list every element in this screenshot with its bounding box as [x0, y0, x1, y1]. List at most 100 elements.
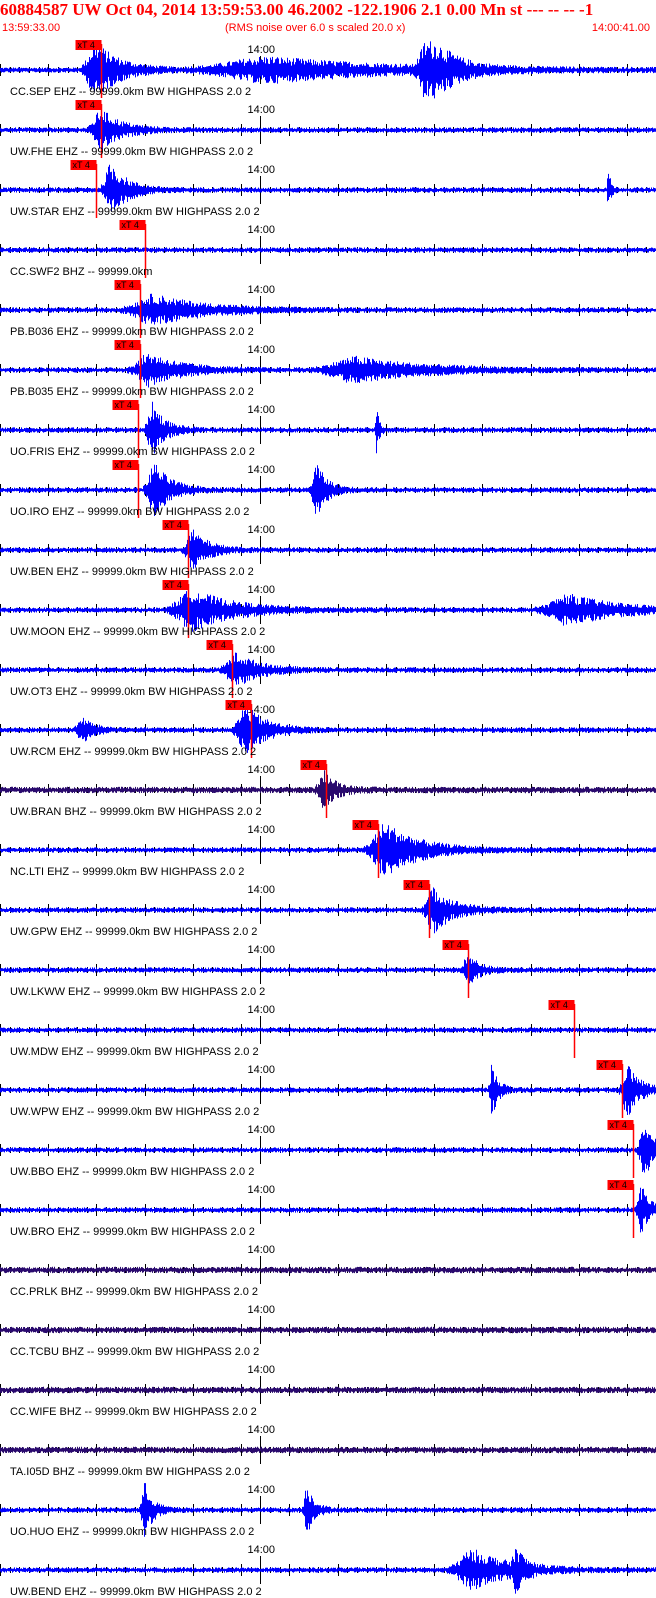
- pick-label: xT 4: [165, 580, 182, 590]
- trace-row: 14:00 TA.I05D BHZ -- 99999.0km BW HIGHPAS…: [0, 1424, 656, 1478]
- trace-label: UW.LKWW EHZ -- 99999.0km BW HIGHPASS 2.0…: [10, 986, 265, 998]
- trace-label: UW.BBO EHZ -- 99999.0km BW HIGHPASS 2.0 …: [10, 1166, 254, 1178]
- pick-label: xT 4: [117, 340, 134, 350]
- event-title: 60884587 UW Oct 04, 2014 13:59:53.00 46.…: [0, 0, 594, 19]
- waveform: [0, 770, 656, 808]
- trace-label: UW.BEND EHZ -- 99999.0km BW HIGHPASS 2.0…: [10, 1586, 262, 1598]
- trace-row: 14:00 xT 4 UW.GPW EHZ -- 99999.0km BW HIGH…: [0, 880, 656, 938]
- trace-row: 14:00 xT 4 UO.FRIS EHZ -- 99999.0km BW HIG…: [0, 400, 656, 458]
- minute-tick-label: 14:00: [248, 344, 276, 356]
- pick-label: xT 4: [228, 700, 245, 710]
- trace-label: UO.FRIS EHZ -- 99999.0km BW HIGHPASS 2.0…: [10, 446, 255, 458]
- trace-label: CC.WIFE BHZ -- 99999.0km BW HIGHPASS 2.0…: [10, 1406, 257, 1418]
- waveform: [0, 111, 656, 150]
- pick-label: xT 4: [610, 1120, 627, 1130]
- trace-row: 14:00 xT 4 UW.MDW EHZ -- 99999.0km BW HIGH…: [0, 1000, 656, 1058]
- minute-tick-label: 14:00: [248, 644, 276, 656]
- trace-label: UW.GPW EHZ -- 99999.0km BW HIGHPASS 2.0 …: [10, 926, 257, 938]
- minute-tick-label: 14:00: [248, 1184, 276, 1196]
- trace-row: 14:00 CC.WIFE BHZ -- 99999.0km BW HIGHPAS…: [0, 1364, 656, 1418]
- trace-row: 14:00 xT 4 UW.FHE EHZ -- 99999.0km BW HIGH…: [0, 100, 656, 158]
- trace-row: 14:00 xT 4 UW.STAR EHZ -- 99999.0km BW HIG…: [0, 160, 656, 218]
- pick-label: xT 4: [73, 160, 90, 170]
- trace-label: NC.LTI EHZ -- 99999.0km BW HIGHPASS 2.0 …: [10, 866, 244, 878]
- trace-row: 14:00 xT 4 UW.BRO EHZ -- 99999.0km BW HIGH…: [0, 1180, 656, 1238]
- trace-row: 14:00 UO.HUO EHZ -- 99999.0km BW HIGHPASS…: [0, 1483, 656, 1538]
- minute-tick-label: 14:00: [248, 1424, 276, 1436]
- trace-row: 14:00 CC.TCBU BHZ -- 99999.0km BW HIGHPAS…: [0, 1304, 656, 1358]
- minute-tick-label: 14:00: [248, 764, 276, 776]
- pick-label: xT 4: [115, 460, 132, 470]
- trace-row: 14:00 xT 4 UO.IRO EHZ -- 99999.0km BW HIGH…: [0, 460, 656, 518]
- trace-label: CC.SWF2 BHZ -- 99999.0km: [10, 266, 152, 278]
- waveform: [0, 293, 656, 325]
- trace-label: UW.FHE EHZ -- 99999.0km BW HIGHPASS 2.0 …: [10, 146, 253, 158]
- waveform: [0, 954, 656, 985]
- waveform: [0, 1386, 656, 1394]
- minute-tick-label: 14:00: [248, 1364, 276, 1376]
- pick-label: xT 4: [165, 520, 182, 530]
- trace-label: UW.STAR EHZ -- 99999.0km BW HIGHPASS 2.0…: [10, 206, 260, 218]
- minute-tick-label: 14:00: [248, 1004, 276, 1016]
- seismogram-plot: 14:00 xT 4 CC.SEP EHZ -- 99999.0km BW HIGH…: [0, 40, 656, 1598]
- trace-label: UO.IRO EHZ -- 99999.0km BW HIGHPASS 2.0 …: [10, 506, 249, 518]
- pick-label: xT 4: [610, 1180, 627, 1190]
- minute-tick-label: 14:00: [248, 944, 276, 956]
- trace-label: UW.WPW EHZ -- 99999.0km BW HIGHPASS 2.0 …: [10, 1106, 259, 1118]
- trace-label: PB.B035 EHZ -- 99999.0km BW HIGHPASS 2.0…: [10, 386, 254, 398]
- waveform: [0, 529, 656, 569]
- trace-label: UW.BEN EHZ -- 99999.0km BW HIGHPASS 2.0 …: [10, 566, 254, 578]
- trace-label: UW.RCM EHZ -- 99999.0km BW HIGHPASS 2.0 …: [10, 746, 256, 758]
- trace-label: PB.B036 EHZ -- 99999.0km BW HIGHPASS 2.0…: [10, 326, 254, 338]
- trace-label: CC.SEP EHZ -- 99999.0km BW HIGHPASS 2.0 …: [10, 86, 251, 98]
- pick-label: xT 4: [445, 940, 462, 950]
- trace-row: 14:00 xT 4 UW.BBO EHZ -- 99999.0km BW HIGH…: [0, 1120, 656, 1178]
- end-time-label: 14:00:41.00: [591, 22, 650, 34]
- minute-tick-label: 14:00: [248, 44, 276, 56]
- trace-label: UW.OT3 EHZ -- 99999.0km BW HIGHPASS 2.0 …: [10, 686, 252, 698]
- minute-tick-label: 14:00: [248, 464, 276, 476]
- trace-row: 14:00 xT 4 CC.SEP EHZ -- 99999.0km BW HIGH…: [0, 40, 656, 99]
- pick-label: xT 4: [406, 880, 423, 890]
- trace-label: TA.I05D BHZ -- 99999.0km BW HIGHPASS 2.0…: [10, 1466, 250, 1478]
- minute-tick-label: 14:00: [248, 224, 276, 236]
- trace-label: UW.MDW EHZ -- 99999.0km BW HIGHPASS 2.0 …: [10, 1046, 259, 1058]
- pick-label: xT 4: [78, 100, 95, 110]
- waveform: [0, 652, 656, 685]
- trace-row: 14:00 xT 4 UW.OT3 EHZ -- 99999.0km BW HIGH…: [0, 640, 656, 698]
- trace-row: 14:00 xT 4 NC.LTI EHZ -- 99999.0km BW HIGH…: [0, 820, 656, 878]
- trace-row: 14:00 xT 4 UW.LKWW EHZ -- 99999.0km BW HIG…: [0, 940, 656, 998]
- trace-row: 14:00 xT 4 UW.MOON EHZ -- 99999.0km BW HIG…: [0, 580, 656, 638]
- trace-label: CC.PRLK BHZ -- 99999.0km BW HIGHPASS 2.0…: [10, 1286, 258, 1298]
- minute-tick-label: 14:00: [248, 1064, 276, 1076]
- minute-tick-label: 14:00: [248, 1544, 276, 1556]
- trace-row: 14:00 CC.PRLK BHZ -- 99999.0km BW HIGHPAS…: [0, 1244, 656, 1298]
- trace-label: UW.BRAN BHZ -- 99999.0km BW HIGHPASS 2.0…: [10, 806, 262, 818]
- minute-tick-label: 14:00: [248, 1484, 276, 1496]
- pick-label: xT 4: [78, 40, 95, 50]
- minute-tick-label: 14:00: [248, 1244, 276, 1256]
- trace-label: UW.BRO EHZ -- 99999.0km BW HIGHPASS 2.0 …: [10, 1226, 255, 1238]
- pick-label: xT 4: [303, 760, 320, 770]
- minute-tick-label: 14:00: [248, 104, 276, 116]
- trace-row: 14:00xT 4UW.RCM EHZ -- 99999.0km BW HIGH…: [0, 700, 656, 758]
- minute-tick-label: 14:00: [248, 884, 276, 896]
- minute-tick-label: 14:00: [248, 1304, 276, 1316]
- minute-tick-label: 14:00: [248, 404, 276, 416]
- minute-tick-label: 14:00: [248, 284, 276, 296]
- pick-label: xT 4: [551, 1000, 568, 1010]
- trace-label: UW.MOON EHZ -- 99999.0km BW HIGHPASS 2.0…: [10, 626, 265, 638]
- start-time-label: 13:59:33.00: [2, 22, 61, 34]
- waveform: [0, 1266, 656, 1274]
- trace-label: UO.HUO EHZ -- 99999.0km BW HIGHPASS 2.0 …: [10, 1526, 254, 1538]
- pick-label: xT 4: [117, 280, 134, 290]
- pick-label: xT 4: [355, 820, 372, 830]
- trace-row: 14:00 xT 4 PB.B036 EHZ -- 99999.0km BW HIG…: [0, 280, 656, 338]
- plot-header: 60884587 UW Oct 04, 2014 13:59:53.00 46.…: [0, 0, 656, 36]
- pick-label: xT 4: [599, 1060, 616, 1070]
- trace-row: 14:00 UW.BEND EHZ -- 99999.0km BW HIGHPAS…: [0, 1544, 656, 1598]
- waveform: [0, 354, 656, 388]
- minute-tick-label: 14:00: [248, 524, 276, 536]
- minute-tick-label: 14:00: [248, 1124, 276, 1136]
- pick-label: xT 4: [122, 220, 139, 230]
